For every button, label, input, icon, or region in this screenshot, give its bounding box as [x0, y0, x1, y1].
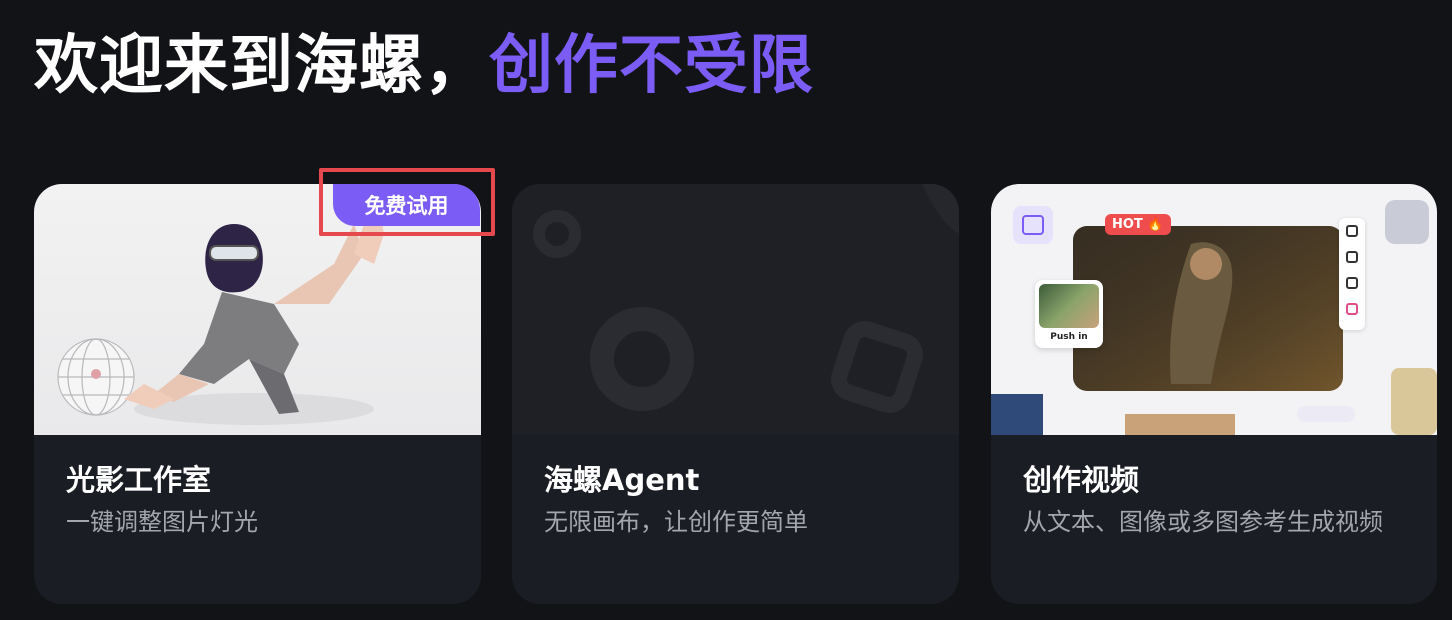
- chip-thumbnail: [1039, 284, 1099, 328]
- card-light-studio[interactable]: 光影工作室 一键调整图片灯光: [34, 184, 481, 604]
- loading-shapes: [533, 184, 959, 413]
- camera-move-chip: Push in: [1035, 280, 1103, 348]
- card-title: 光影工作室: [66, 463, 212, 497]
- hot-label: HOT: [1112, 217, 1143, 232]
- free-trial-badge[interactable]: 免费试用: [333, 184, 480, 226]
- agent-preview-placeholder: [512, 184, 959, 435]
- card-agent[interactable]: 海螺Agent 无限画布，让创作更简单: [512, 184, 959, 604]
- card-title: 海螺Agent: [544, 463, 700, 497]
- create-video-preview: HOT 🔥 Push in: [991, 184, 1437, 435]
- tool-icons-column: [1339, 218, 1365, 330]
- fire-icon: 🔥: [1147, 217, 1164, 232]
- card-create-video[interactable]: HOT 🔥 Push in 创作视频 从文本、图像或多图参考生成视频: [991, 184, 1437, 604]
- page-title-main: 欢迎来到海螺，: [34, 29, 489, 103]
- hot-badge: HOT 🔥: [1105, 214, 1171, 235]
- card-description: 无限画布，让创作更简单: [544, 508, 808, 536]
- card-description: 从文本、图像或多图参考生成视频: [1023, 508, 1383, 536]
- tool-icon: [1346, 277, 1358, 289]
- page-title-accent: 创作不受限: [489, 29, 814, 103]
- tool-icon: [1346, 225, 1358, 237]
- card-description: 一键调整图片灯光: [66, 508, 258, 536]
- card-title: 创作视频: [1023, 463, 1140, 497]
- chip-label: Push in: [1050, 332, 1088, 342]
- heart-icon: [1346, 303, 1358, 315]
- tool-icon: [1346, 251, 1358, 263]
- page-title: 欢迎来到海螺，创作不受限: [34, 26, 814, 106]
